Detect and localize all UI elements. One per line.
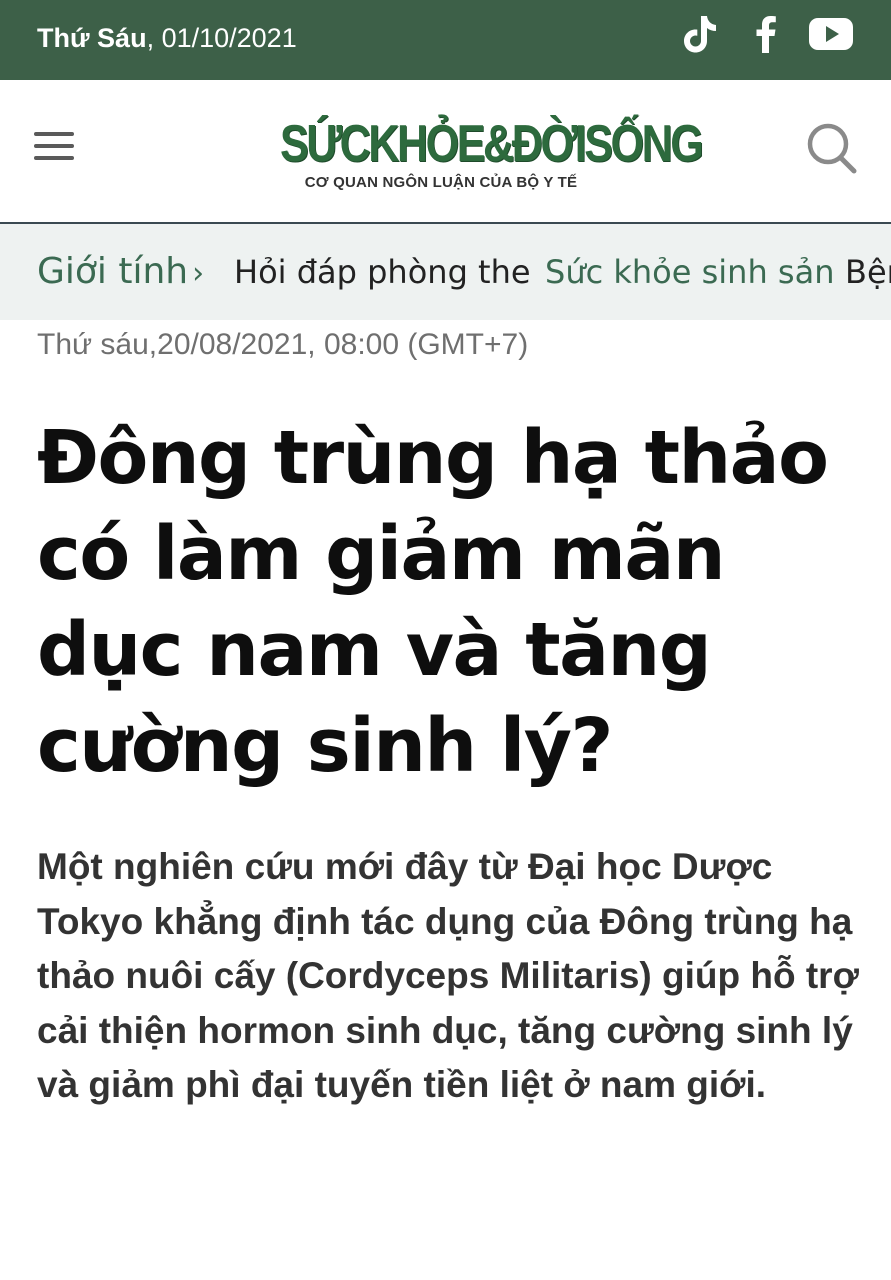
tiktok-link[interactable] <box>677 12 723 56</box>
subcategory-benh[interactable]: Bện <box>845 224 891 320</box>
hamburger-menu-icon[interactable] <box>34 132 76 168</box>
facebook-icon <box>756 16 776 53</box>
subcategory-suc-khoe-sinh-san[interactable]: Sức khỏe sinh sản <box>545 224 834 320</box>
logo-tagline: CƠ QUAN NGÔN LUẬN CỦA BỘ Y TẾ <box>304 174 578 191</box>
site-logo[interactable]: SỨCKHỎE&ĐỜISỐNG CƠ QUAN NGÔN LUẬN CỦA BỘ… <box>280 110 704 202</box>
subcategory-hoi-dap-phong-the[interactable]: Hỏi đáp phòng the <box>234 224 531 320</box>
category-main-label: Giới tính <box>37 251 189 292</box>
site-header: SỨCKHỎE&ĐỜISỐNG CƠ QUAN NGÔN LUẬN CỦA BỘ… <box>0 80 891 224</box>
search-button[interactable] <box>806 120 858 176</box>
category-nav: Giới tính › Hỏi đáp phòng the Sức khỏe si… <box>0 224 891 320</box>
current-weekday: Thứ Sáu <box>37 23 147 53</box>
chevron-right-icon: › <box>192 256 205 291</box>
category-gioi-tinh[interactable]: Giới tính › <box>37 224 204 320</box>
youtube-icon <box>809 18 853 50</box>
top-bar: Thứ Sáu, 01/10/2021 <box>0 0 891 80</box>
current-date-value: 01/10/2021 <box>161 23 297 53</box>
logo-wordmark: SỨCKHỎE&ĐỜISỐNG <box>280 115 704 173</box>
facebook-link[interactable] <box>743 12 789 56</box>
article-title: Đông trùng hạ thảo có làm giảm mãn dục n… <box>37 415 829 789</box>
youtube-link[interactable] <box>808 12 854 56</box>
search-icon <box>807 123 857 174</box>
current-date: Thứ Sáu, 01/10/2021 <box>37 23 297 53</box>
publish-date: Thứ sáu,20/08/2021, 08:00 (GMT+7) <box>37 328 529 361</box>
article-sapo: Một nghiên cứu mới đây từ Đại học Dược T… <box>37 846 859 1105</box>
tiktok-icon <box>684 16 716 53</box>
